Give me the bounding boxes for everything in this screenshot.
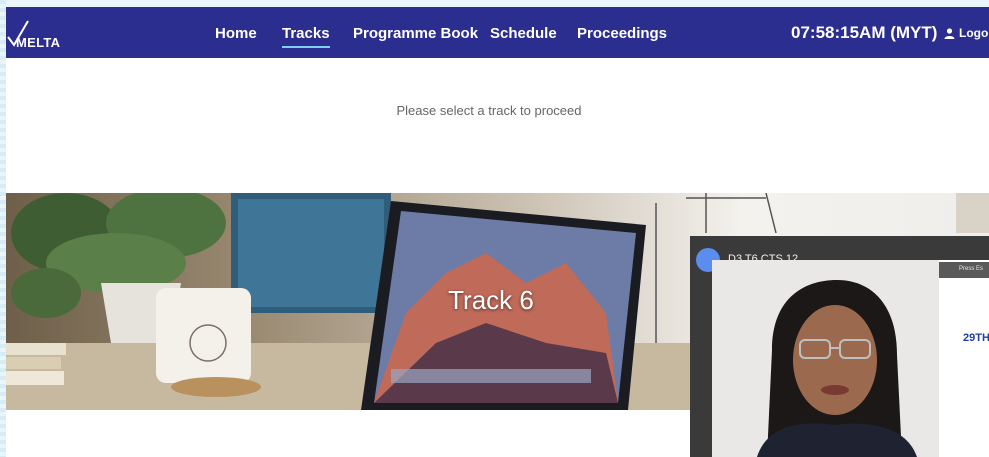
participant-video-feed (712, 260, 962, 457)
banner-track-title: Track 6 (448, 285, 534, 315)
nav-home[interactable]: Home (215, 25, 257, 42)
shared-screen-text: 29TH (963, 332, 989, 344)
nav-programme-book[interactable]: Programme Book (353, 25, 478, 42)
logout-button[interactable]: Logo (944, 26, 988, 42)
video-call-overlay[interactable]: D3 T6 CTS 12 Press Es 29TH (690, 236, 989, 457)
logo-text: MELTA (16, 35, 61, 50)
nav-schedule[interactable]: Schedule (490, 25, 557, 42)
melta-logo[interactable]: MELTA (6, 17, 76, 50)
shared-screen-strip (939, 260, 989, 457)
select-track-prompt: Please select a track to proceed (396, 103, 582, 118)
nav-tracks[interactable]: Tracks (282, 25, 330, 48)
logout-label: Logo (959, 26, 989, 40)
top-navbar: MELTA Home Tracks Programme Book Schedul… (6, 7, 989, 58)
participant-video-image (712, 260, 962, 457)
top-edge-strip (0, 0, 989, 7)
nav-proceedings[interactable]: Proceedings (577, 25, 667, 42)
clock-display: 07:58:15AM (MYT) (791, 23, 938, 42)
user-icon (944, 28, 955, 42)
fullscreen-hint: Press Es (939, 262, 989, 278)
